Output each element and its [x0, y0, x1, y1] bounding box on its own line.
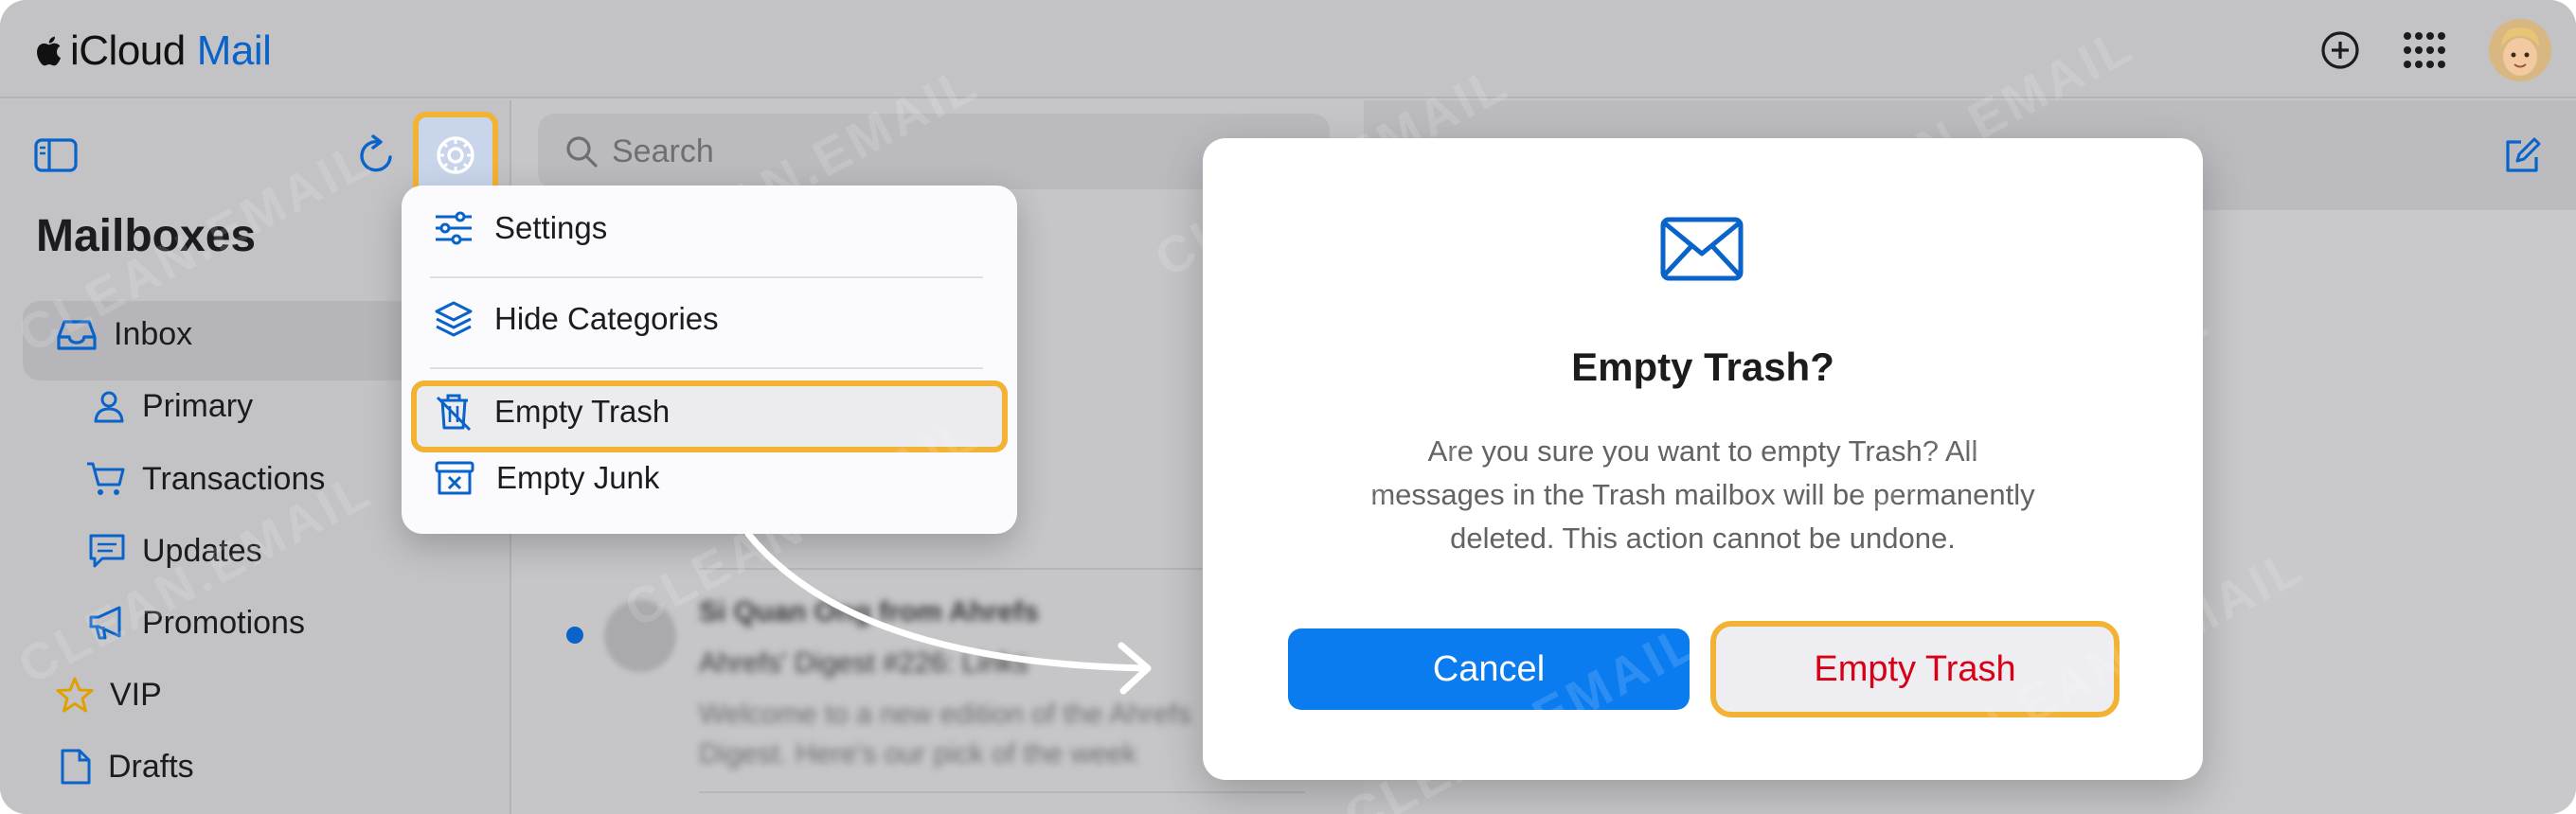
layers-icon — [435, 301, 473, 337]
sidebar-item-updates[interactable]: Updates — [87, 532, 262, 570]
sidebar-item-label: Transactions — [142, 460, 326, 497]
app-grid-icon[interactable] — [2400, 30, 2449, 70]
apple-logo-icon — [37, 36, 61, 66]
brand-mail: Mail — [196, 27, 272, 74]
search-placeholder: Search — [612, 133, 714, 169]
dialog-message-line: Are you sure you want to empty Trash? Al… — [1427, 434, 1978, 468]
sidebar-item-label: Promotions — [142, 604, 305, 641]
menu-item-label: Hide Categories — [494, 301, 719, 336]
menu-item-empty-junk[interactable]: Empty Junk — [434, 460, 659, 496]
refresh-icon[interactable] — [356, 133, 396, 176]
annotation-arrow-icon — [744, 530, 1152, 695]
person-icon — [94, 391, 124, 422]
sidebar-item-label: VIP — [110, 676, 162, 713]
dialog-message-line: deleted. This action cannot be undone. — [1450, 522, 1956, 555]
sidebar-item-vip[interactable]: VIP — [55, 676, 162, 714]
message-icon — [89, 534, 125, 568]
sidebar-item-label: Primary — [142, 388, 254, 424]
app-window: iCloud Mail Mailboxes Inbox Primary Tran… — [0, 0, 2576, 814]
menu-item-hide-categories[interactable]: Hide Categories — [434, 299, 719, 339]
sidebar-item-primary[interactable]: Primary — [91, 388, 253, 425]
junk-icon — [435, 461, 474, 495]
unread-dot — [566, 627, 583, 644]
trash-icon — [436, 394, 472, 432]
menu-divider — [430, 276, 983, 278]
sidebar-item-label: Updates — [142, 532, 262, 569]
menu-divider — [430, 367, 983, 369]
gear-icon — [437, 136, 474, 174]
sidebar-item-inbox[interactable]: Inbox — [55, 316, 192, 353]
blurred-preview-2: Digest. Here's our pick of the week — [699, 738, 1137, 770]
sidebar-toggle-icon[interactable] — [34, 138, 78, 172]
mailboxes-heading: Mailboxes — [36, 211, 257, 261]
dialog-title: Empty Trash? — [1571, 345, 1834, 389]
dialog-message-line: messages in the Trash mailbox will be pe… — [1370, 478, 2035, 511]
cart-icon — [87, 462, 125, 495]
menu-item-empty-trash[interactable]: Empty Trash — [434, 392, 670, 432]
settings-menu: Settings Hide Categories Empty Trash Emp… — [402, 186, 1017, 534]
star-icon — [56, 677, 94, 713]
compose-icon[interactable] — [2502, 136, 2542, 176]
search-icon — [566, 136, 598, 168]
app-brand: iCloud Mail — [34, 27, 272, 76]
sliders-icon — [436, 211, 472, 245]
list-divider — [699, 791, 1305, 793]
cancel-button[interactable]: Cancel — [1288, 628, 1690, 710]
brand-icloud: iCloud — [70, 27, 186, 74]
dialog-message: Are you sure you want to empty Trash? Al… — [1203, 430, 2203, 560]
sender-avatar — [604, 600, 676, 672]
sidebar-item-drafts[interactable]: Drafts — [59, 748, 194, 786]
menu-item-label: Settings — [494, 210, 608, 245]
empty-trash-dialog: Empty Trash? Are you sure you want to em… — [1203, 138, 2203, 780]
document-icon — [61, 749, 91, 785]
sidebar-item-label: Drafts — [108, 748, 194, 785]
top-bar: iCloud Mail — [0, 0, 2576, 98]
blurred-preview-1: Welcome to a new edition of the Ahrefs — [699, 699, 1191, 730]
memoji-avatar-icon — [2489, 19, 2551, 81]
megaphone-icon — [89, 606, 121, 640]
menu-item-label: Empty Trash — [494, 394, 671, 429]
empty-trash-confirm-button[interactable]: Empty Trash — [1710, 621, 2120, 717]
sidebar-item-transactions[interactable]: Transactions — [85, 460, 325, 498]
tray-icon — [57, 319, 97, 350]
sidebar-item-promotions[interactable]: Promotions — [87, 604, 305, 642]
add-circle-icon[interactable] — [2320, 30, 2360, 70]
top-right-controls — [2320, 17, 2551, 83]
sidebar-item-label: Inbox — [114, 316, 193, 352]
envelope-icon — [1660, 217, 1744, 281]
user-avatar[interactable] — [2489, 19, 2551, 81]
menu-item-label: Empty Junk — [496, 460, 660, 495]
menu-item-settings[interactable]: Settings — [434, 210, 607, 246]
